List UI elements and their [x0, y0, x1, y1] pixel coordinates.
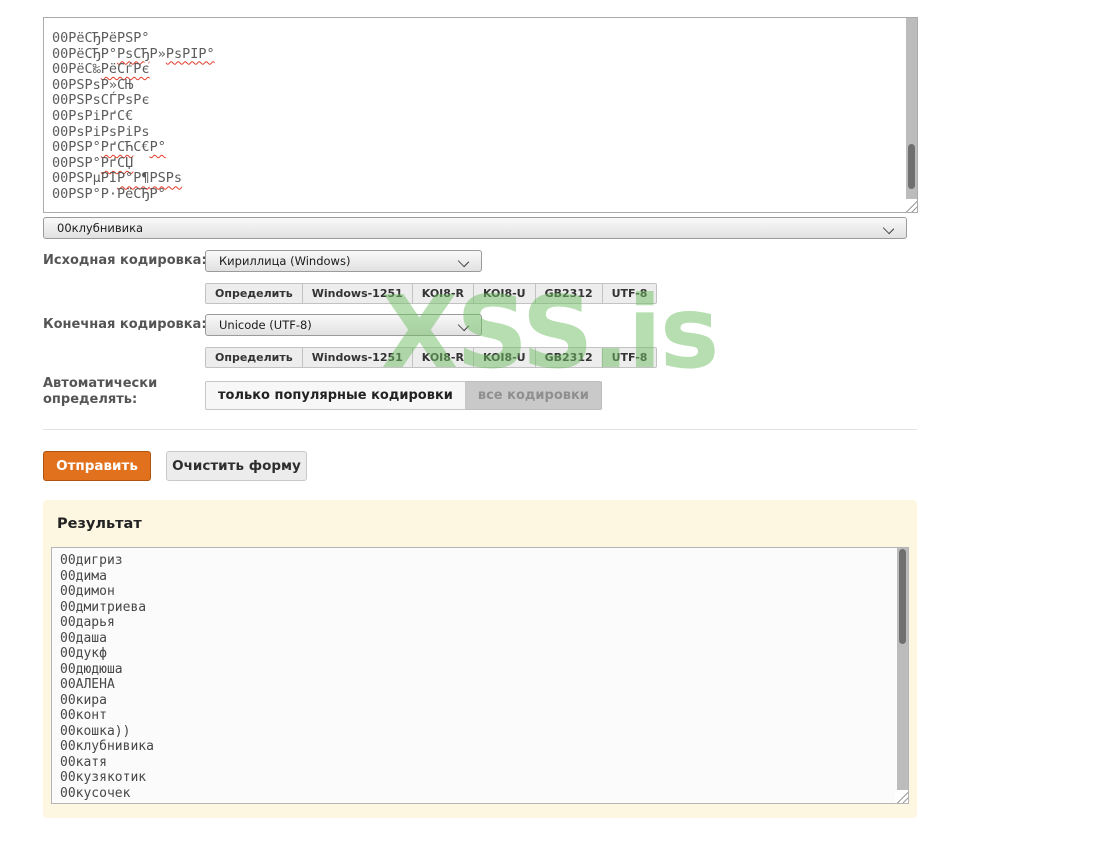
- text-segment: 00РѕРіРґС€: [52, 107, 134, 124]
- result-line: 00кузякотик: [60, 770, 147, 785]
- result-line: 00АЛЕНА: [60, 677, 115, 692]
- misspelled-segment: РґСЋ: [100, 139, 134, 156]
- name-select[interactable]: 00клубнивика: [43, 217, 907, 239]
- auto-detect-label-line1: Автоматически: [43, 376, 158, 391]
- encoding-button-1[interactable]: Windows-1251: [301, 283, 413, 304]
- result-line: 00дукф: [60, 646, 107, 661]
- text-segment: 00РѕРіРѕРіРѕ: [52, 123, 150, 140]
- result-line: 00димон: [60, 584, 115, 599]
- source-line: 00РѕРіРѕРіРѕ: [52, 123, 899, 141]
- encoding-button-5[interactable]: UTF-8: [601, 347, 658, 368]
- target-encoding-label: Конечная кодировка:: [43, 317, 207, 332]
- source-text-lines: 00РёСЂРёРЅР° 00РёСЂР°РѕСЂР»РѕРІР° 00РёС‰Рё…: [52, 31, 899, 210]
- text-segment: 00РЅР°Р·РёСЂР°: [52, 185, 166, 202]
- source-scrollbar-track[interactable]: [906, 18, 917, 200]
- result-line: 00дима: [60, 568, 107, 584]
- submit-button[interactable]: Отправить: [43, 451, 151, 481]
- target-encoding-select-value: Unicode (UTF-8): [219, 318, 312, 332]
- auto-detect-toggle: только популярные кодировки все кодировк…: [205, 381, 602, 410]
- result-line: 00кошка)): [60, 723, 131, 739]
- result-line: 00клубнивика: [60, 739, 154, 754]
- name-select-value: 00клубнивика: [57, 221, 144, 235]
- result-line: 00кира: [60, 692, 107, 708]
- encoding-button-2[interactable]: KOI8-R: [411, 283, 474, 304]
- clear-form-button[interactable]: Очистить форму: [166, 451, 307, 481]
- source-line: 00РёСЂР°РѕСЂР»РѕРІР°: [52, 45, 899, 63]
- text-segment: 00РЅР°: [52, 154, 101, 171]
- misspelled-segment: РЅРѕ: [149, 170, 183, 187]
- result-scrollbar-thumb[interactable]: [899, 549, 906, 644]
- result-line: 00дмитриева: [60, 599, 147, 615]
- encoding-button-0[interactable]: Определить: [205, 347, 303, 368]
- target-encoding-buttons: Определить Windows-1251 KOI8-R KOI8-U GB2312…: [205, 347, 658, 368]
- misspelled-segment: РґСЏ: [100, 154, 134, 171]
- source-encoding-select-value: Кириллица (Windows): [219, 254, 351, 268]
- source-line: 00РЅР°Р·РёСЂР°: [52, 185, 899, 203]
- text-segment: 00РёС‰: [52, 61, 101, 78]
- auto-detect-label: Автоматически определять:: [43, 376, 157, 408]
- encoding-button-3[interactable]: KOI8-U: [472, 283, 536, 304]
- misspelled-segment: Р°: [149, 139, 166, 156]
- source-encoding-buttons: Определить Windows-1251 KOI8-R KOI8-U GB2312…: [205, 283, 658, 304]
- encoding-button-3[interactable]: KOI8-U: [472, 347, 536, 368]
- result-resize-grip-icon[interactable]: [895, 790, 908, 803]
- all-encodings-button[interactable]: все кодировки: [465, 381, 602, 410]
- source-line: 00РЅР°РґСЏ: [52, 154, 899, 172]
- result-panel: Результат 00дигриз 00дима 00димон 00дмитрие…: [43, 500, 917, 818]
- encoding-button-4[interactable]: GB2312: [534, 283, 603, 304]
- separator: [43, 429, 917, 430]
- popular-encodings-button[interactable]: только популярные кодировки: [205, 381, 466, 410]
- encoding-button-5[interactable]: UTF-8: [601, 283, 658, 304]
- chevron-down-icon: [457, 255, 470, 268]
- text-segment: 00РЅРѕР»СЊ: [52, 76, 134, 93]
- result-line: 00дигриз: [60, 553, 123, 568]
- result-text-lines: 00дигриз 00дима 00димон 00дмитриева 00дарья 0…: [60, 553, 890, 801]
- result-scrollbar-track[interactable]: [897, 548, 908, 790]
- result-textarea[interactable]: 00дигриз 00дима 00димон 00дмитриева 00дарья 0…: [51, 547, 909, 804]
- source-line: 00РёСЂРёРЅР°: [52, 31, 899, 47]
- source-line: 00РЅРѕР»СЊ: [52, 76, 899, 94]
- misspelled-segment: РѕСЂ: [117, 45, 150, 62]
- source-encoding-label: Исходная кодировка:: [43, 253, 207, 268]
- source-scrollbar-thumb[interactable]: [908, 144, 915, 189]
- source-line: 00РЅРѕСЃРѕРє: [52, 93, 899, 109]
- source-line: 00РёС‰РёСѓРє: [52, 61, 899, 78]
- source-textarea[interactable]: 00РёСЂРёРЅР° 00РёСЂР°РѕСЂР»РѕРІР° 00РёС‰Рё…: [43, 17, 918, 213]
- result-line: 00конт: [60, 708, 107, 723]
- text-segment: 00РёСЂРёРЅР°: [52, 31, 150, 46]
- chevron-down-icon: [457, 319, 470, 332]
- source-line: 00РЅР°РґСЋС€Р°: [52, 139, 899, 156]
- auto-detect-label-line2: определять:: [43, 392, 138, 407]
- source-line: 00РѕРіРґС€: [52, 107, 899, 125]
- encoding-button-1[interactable]: Windows-1251: [301, 347, 413, 368]
- text-segment: С€: [133, 139, 150, 156]
- encoding-button-2[interactable]: KOI8-R: [411, 347, 474, 368]
- chevron-down-icon: [882, 222, 895, 235]
- source-encoding-select[interactable]: Кириллица (Windows): [205, 250, 482, 272]
- misspelled-segment: РёСѓРє: [100, 61, 150, 78]
- result-line: 00катя: [60, 754, 107, 770]
- text-segment: 00РЅР°: [52, 139, 101, 156]
- source-resize-grip-icon[interactable]: [904, 199, 917, 212]
- target-encoding-select[interactable]: Unicode (UTF-8): [205, 314, 482, 336]
- encoding-button-0[interactable]: Определить: [205, 283, 303, 304]
- text-segment: 00РЅРѕСЃРѕРє: [52, 92, 150, 109]
- misspelled-segment: РѕРІР°: [165, 45, 215, 62]
- text-segment: Р»: [149, 45, 166, 62]
- text-segment: 00РёСЂР°: [52, 45, 118, 62]
- result-line: 00кусочек: [60, 785, 131, 801]
- result-line: 00дарья: [60, 615, 115, 630]
- result-title: Результат: [57, 516, 142, 532]
- encoding-button-4[interactable]: GB2312: [534, 347, 603, 368]
- result-line: 00даша: [60, 630, 107, 646]
- misspelled-segment: Р°Р¶: [117, 170, 150, 187]
- source-line: 00РЅРµРІР°Р¶РЅРѕ: [52, 171, 899, 187]
- result-line: 00дюдюша: [60, 661, 123, 677]
- text-segment: 00РЅРµРІ: [52, 170, 118, 187]
